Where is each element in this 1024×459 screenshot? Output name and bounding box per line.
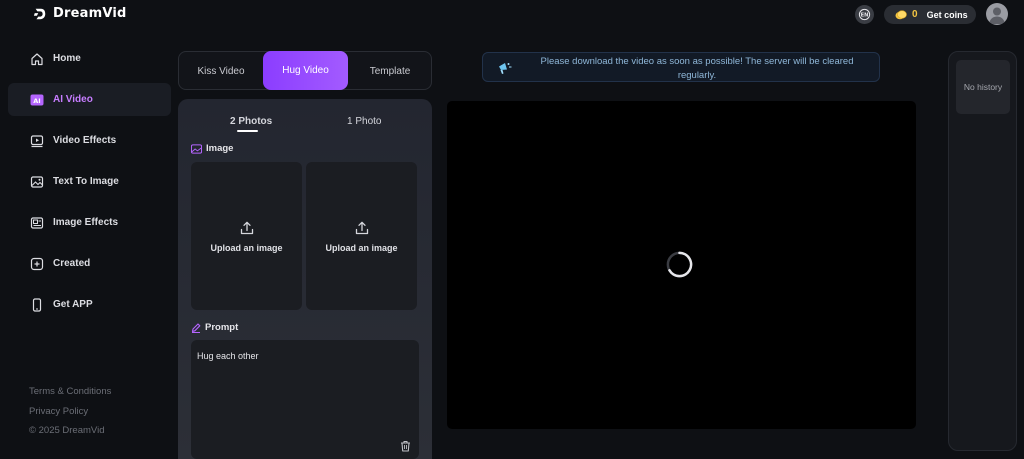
video-preview	[447, 101, 916, 429]
mode-tabs: Kiss Video Hug Video Template	[178, 51, 432, 90]
svg-text:AI: AI	[33, 96, 40, 104]
user-icon	[989, 7, 1005, 24]
image-icon	[29, 174, 44, 189]
top-header: DreamVid EN 0 Get coins	[0, 0, 1024, 30]
phone-icon	[29, 297, 44, 312]
pen-icon	[191, 323, 201, 333]
sidebar-item-home[interactable]: Home	[8, 42, 171, 75]
tab-1-photo[interactable]: 1 Photo	[347, 116, 381, 127]
generator-panel: 2 Photos 1 Photo Image Upload an image U…	[178, 99, 432, 459]
sidebar-item-video-effects[interactable]: Video Effects	[8, 124, 171, 157]
loading-spinner-icon	[666, 251, 693, 278]
image-effects-icon	[29, 215, 44, 230]
privacy-link[interactable]: Privacy Policy	[29, 402, 111, 422]
sidebar-item-label: Image Effects	[53, 217, 119, 228]
sidebar-item-created[interactable]: Created	[8, 247, 171, 280]
coin-icon	[895, 9, 907, 19]
upload-image-box-1[interactable]: Upload an image	[191, 162, 302, 310]
tab-hug-video[interactable]: Hug Video	[263, 51, 348, 90]
ai-badge-icon: AI	[29, 92, 44, 107]
get-coins-button[interactable]: 0 Get coins	[884, 5, 976, 24]
image-label-text: Image	[206, 143, 234, 154]
sidebar-item-label: Get APP	[53, 299, 93, 310]
prompt-value: Hug each other	[197, 351, 259, 361]
sidebar-item-label: Home	[53, 53, 81, 64]
logo[interactable]: DreamVid	[33, 6, 127, 21]
language-button[interactable]: EN	[855, 5, 874, 24]
terms-link[interactable]: Terms & Conditions	[29, 382, 111, 402]
trash-icon[interactable]	[400, 440, 411, 452]
upload-icon	[355, 221, 368, 234]
history-empty-card: No history	[956, 60, 1010, 114]
prompt-textarea[interactable]: Hug each other	[191, 340, 419, 459]
sidebar-item-label: Video Effects	[53, 135, 117, 146]
prompt-label-text: Prompt	[205, 322, 239, 333]
megaphone-icon	[499, 63, 512, 74]
upload-icon	[240, 221, 253, 234]
active-tab-indicator	[237, 130, 258, 132]
sidebar-item-get-app[interactable]: Get APP	[8, 288, 171, 321]
tab-2-photos[interactable]: 2 Photos	[230, 116, 272, 127]
svg-text:EN: EN	[861, 13, 869, 19]
upload-label: Upload an image	[210, 242, 283, 253]
add-square-icon	[29, 256, 44, 271]
tab-kiss-video[interactable]: Kiss Video	[179, 52, 263, 91]
dreamvid-logo-icon	[33, 8, 46, 19]
image-section-label: Image	[191, 143, 233, 154]
upload-label: Upload an image	[325, 242, 398, 253]
coin-count: 0	[912, 9, 918, 20]
sidebar-item-image-effects[interactable]: Image Effects	[8, 206, 171, 239]
home-icon	[29, 51, 44, 66]
history-panel: No history	[948, 51, 1017, 451]
upload-image-box-2[interactable]: Upload an image	[306, 162, 417, 310]
sidebar-item-ai-video[interactable]: AI AI Video	[8, 83, 171, 116]
sidebar-item-label: Text To Image	[53, 176, 119, 187]
copyright-text: © 2025 DreamVid	[29, 425, 105, 436]
notice-banner: Please download the video as soon as pos…	[482, 52, 880, 82]
sidebar-item-text-to-image[interactable]: Text To Image	[8, 165, 171, 198]
sidebar-item-label: Created	[53, 258, 91, 269]
language-icon: EN	[858, 8, 871, 21]
notice-text: Please download the video as soon as pos…	[540, 56, 854, 81]
sidebar-item-label: AI Video	[53, 94, 93, 105]
sidebar: Home AI AI Video Video Effects Text To I…	[0, 38, 172, 459]
video-play-icon	[29, 133, 44, 148]
tab-template[interactable]: Template	[348, 52, 432, 91]
app-name: DreamVid	[53, 6, 127, 21]
avatar[interactable]	[986, 3, 1008, 25]
get-coins-label: Get coins	[926, 9, 968, 20]
prompt-section-label: Prompt	[191, 322, 238, 333]
image-label-icon	[191, 143, 202, 154]
sidebar-footer: Terms & Conditions Privacy Policy © 2025…	[29, 382, 111, 441]
